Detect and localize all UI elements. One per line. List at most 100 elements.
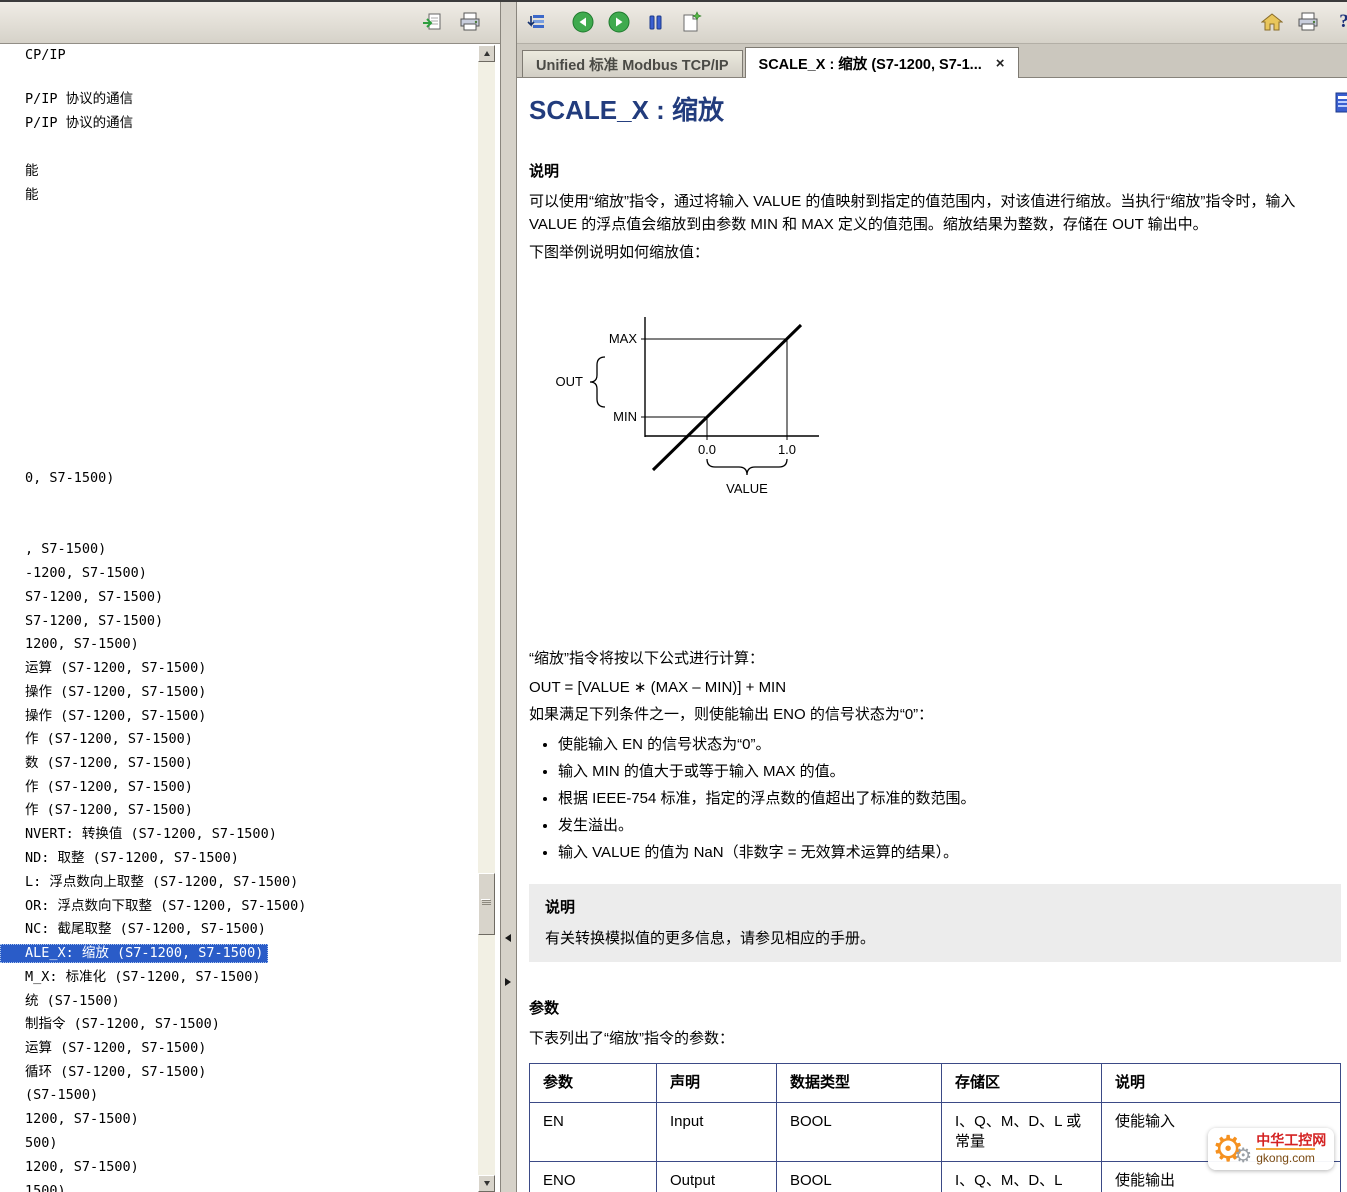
toc-item[interactable]: 作 (S7-1200, S7-1500) (0, 801, 193, 820)
toc-item[interactable]: (S7-1500) (0, 1086, 98, 1105)
toc-item[interactable]: CP/IP (0, 46, 66, 65)
toc-item[interactable]: 运算 (S7-1200, S7-1500) (0, 1039, 206, 1058)
toc-item[interactable]: S7-1200, S7-1500) (0, 612, 163, 631)
toc-item[interactable]: 1200, S7-1500) (0, 635, 139, 654)
toc-item[interactable]: NVERT: 转换值 (S7-1200, S7-1500) (0, 825, 277, 844)
toc-item[interactable]: 500) (0, 1134, 58, 1153)
tab-label: SCALE_X : 缩放 (S7-1200, S7-1... (759, 53, 982, 74)
tab-modbus-tcpip[interactable]: Unified 标准 Modbus TCP/IP (522, 50, 743, 77)
axis-label-value: VALUE (726, 481, 768, 496)
cell: I、Q、M、D、L (942, 1162, 1102, 1192)
tab-scale-x[interactable]: SCALE_X : 缩放 (S7-1200, S7-1... × (745, 47, 1019, 78)
toc-item[interactable]: 0, S7-1500) (0, 469, 114, 488)
toc-item[interactable]: 1500) (0, 1182, 66, 1192)
axis-label-max: MAX (609, 331, 638, 346)
toc-item[interactable]: 作 (S7-1200, S7-1500) (0, 778, 193, 797)
toc-item[interactable]: 循环 (S7-1200, S7-1500) (0, 1063, 206, 1082)
toc-item[interactable]: 能 (0, 186, 39, 205)
cell: I、Q、M、D、L 或常量 (942, 1103, 1102, 1162)
forward-icon[interactable] (607, 10, 631, 34)
toc-item[interactable]: 1200, S7-1500) (0, 1110, 139, 1129)
toc-scrollbar[interactable] (478, 45, 495, 1192)
close-tab-icon[interactable]: × (996, 55, 1005, 72)
axis-label-out: OUT (556, 374, 584, 389)
help-toolbar: ? (517, 0, 1347, 44)
formula-intro: “缩放”指令将按以下公式进行计算： (529, 647, 1341, 670)
gkong-watermark: 中华工控网 gkong.com (1208, 1128, 1334, 1170)
toc-item[interactable]: NC: 截尾取整 (S7-1200, S7-1500) (0, 920, 266, 939)
scroll-down-icon[interactable] (478, 1175, 495, 1192)
tick-label-1: 1.0 (778, 442, 796, 457)
watermark-title: 中华工控网 (1256, 1133, 1326, 1148)
show-in-contents-icon[interactable] (420, 10, 444, 34)
new-topic-icon[interactable] (679, 10, 703, 34)
page-title: SCALE_X : 缩放 (529, 94, 1341, 126)
cell: BOOL (777, 1162, 942, 1192)
cell: EN (530, 1103, 657, 1162)
note-text: 有关转换模拟值的更多信息，请参见相应的手册。 (545, 927, 1325, 950)
toc-item[interactable]: 制指令 (S7-1200, S7-1500) (0, 1015, 220, 1034)
parameters-heading: 参数 (529, 999, 1341, 1019)
parameters-intro: 下表列出了“缩放”指令的参数： (529, 1027, 1341, 1050)
col-header: 存储区 (942, 1064, 1102, 1103)
formula: OUT = [VALUE ∗ (MAX – MIN)] + MIN (529, 676, 1341, 699)
toc-item-scale-x[interactable]: ALE_X: 缩放 (S7-1200, S7-1500) (0, 944, 268, 963)
col-header: 说明 (1102, 1064, 1341, 1103)
example-intro: 下图举例说明如何缩放值： (529, 241, 1341, 264)
toc-item[interactable]: ND: 取整 (S7-1200, S7-1500) (0, 849, 239, 868)
topic-content: SCALE_X : 缩放 说明 可以使用“缩放”指令，通过将输入 VALUE 的… (517, 78, 1347, 1192)
home-icon[interactable] (1260, 10, 1284, 34)
toc-item[interactable]: 能 (0, 162, 39, 181)
cell: Output (657, 1162, 777, 1192)
gear-icon (1234, 1146, 1252, 1167)
toc-item[interactable]: 操作 (S7-1200, S7-1500) (0, 683, 206, 702)
toc-item[interactable]: P/IP 协议的通信 (0, 114, 133, 133)
col-header: 数据类型 (777, 1064, 942, 1103)
panel-splitter[interactable] (500, 0, 517, 1192)
condition-item: 输入 VALUE 的值为 NaN（非数字 = 无效算术运算的结果）。 (558, 842, 1341, 864)
toc-item[interactable]: -1200, S7-1500) (0, 564, 147, 583)
scroll-up-icon[interactable] (478, 45, 495, 62)
description-paragraph: 可以使用“缩放”指令，通过将输入 VALUE 的值映射到指定的值范围内，对该值进… (529, 190, 1341, 236)
toc-item[interactable]: M_X: 标准化 (S7-1200, S7-1500) (0, 968, 261, 987)
pause-icon[interactable] (643, 10, 667, 34)
cell: ENO (530, 1162, 657, 1192)
cell: Input (657, 1103, 777, 1162)
toc-item[interactable]: 操作 (S7-1200, S7-1500) (0, 707, 206, 726)
toc-tree: CP/IP P/IP 协议的通信 P/IP 协议的通信 能 能 0, S7-15… (0, 45, 478, 1192)
cell: BOOL (777, 1103, 942, 1162)
help-window: CP/IP P/IP 协议的通信 P/IP 协议的通信 能 能 0, S7-15… (0, 0, 1347, 1192)
col-header: 声明 (657, 1064, 777, 1103)
help-icon[interactable]: ? (1332, 10, 1347, 34)
print-icon[interactable] (458, 10, 482, 34)
toc-item[interactable]: S7-1200, S7-1500) (0, 588, 163, 607)
tick-label-0: 0.0 (698, 442, 716, 457)
toc-item[interactable]: 1200, S7-1500) (0, 1158, 139, 1177)
sync-toc-icon[interactable] (525, 10, 549, 34)
toc-item[interactable]: OR: 浮点数向下取整 (S7-1200, S7-1500) (0, 897, 306, 916)
tab-label: Unified 标准 Modbus TCP/IP (536, 54, 729, 75)
collapse-right-icon[interactable] (505, 978, 511, 986)
toc-item[interactable]: 数 (S7-1200, S7-1500) (0, 754, 193, 773)
toc-item[interactable]: L: 浮点数向上取整 (S7-1200, S7-1500) (0, 873, 298, 892)
collapse-left-icon[interactable] (505, 934, 511, 942)
description-heading: 说明 (529, 162, 1341, 182)
conditions-list: 使能输入 EN 的信号状态为“0”。 输入 MIN 的值大于或等于输入 MAX … (529, 734, 1341, 864)
topic-page-icon[interactable] (1335, 92, 1347, 121)
note-heading: 说明 (545, 896, 1325, 919)
watermark-url: gkong.com (1256, 1148, 1315, 1166)
scrollbar-thumb[interactable] (478, 873, 495, 935)
toc-item[interactable]: P/IP 协议的通信 (0, 90, 133, 109)
back-icon[interactable] (571, 10, 595, 34)
scale-diagram: MAX MIN OUT 0.0 1.0 VALUE (545, 309, 845, 509)
topic-panel: ? Unified 标准 Modbus TCP/IP SCALE_X : 缩放 … (517, 0, 1347, 1192)
toc-item[interactable]: 运算 (S7-1200, S7-1500) (0, 659, 206, 678)
col-header: 参数 (530, 1064, 657, 1103)
toc-item[interactable]: , S7-1500) (0, 540, 106, 559)
condition-item: 根据 IEEE-754 标准，指定的浮点数的值超出了标准的数范围。 (558, 788, 1341, 810)
topic-tab-bar: Unified 标准 Modbus TCP/IP SCALE_X : 缩放 (S… (517, 44, 1347, 78)
print-icon[interactable] (1296, 10, 1320, 34)
condition-item: 使能输入 EN 的信号状态为“0”。 (558, 734, 1341, 756)
toc-item[interactable]: 作 (S7-1200, S7-1500) (0, 730, 193, 749)
toc-item[interactable]: 统 (S7-1500) (0, 992, 120, 1011)
